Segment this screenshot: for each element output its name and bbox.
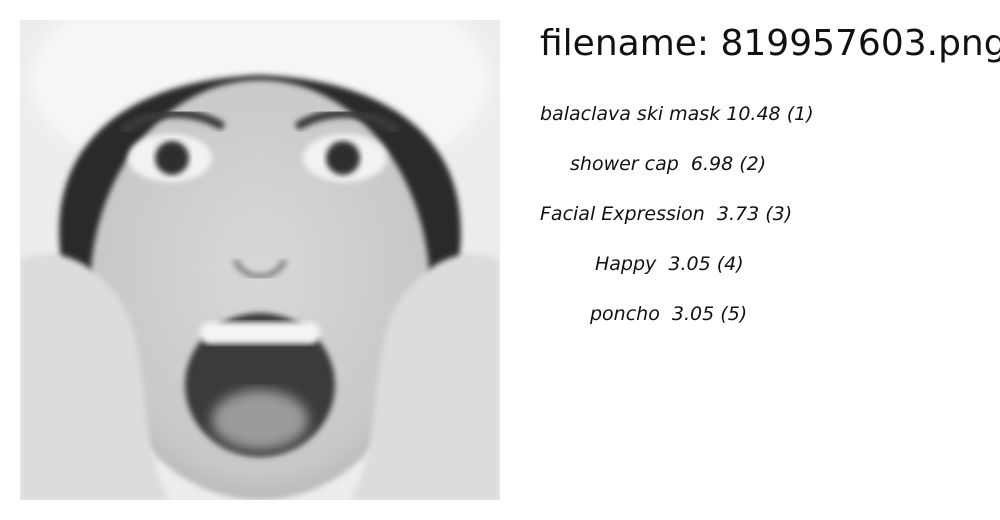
filename-value: 819957603.png [720, 23, 1000, 64]
info-panel: filename: 819957603.png balaclava ski ma… [540, 20, 1000, 352]
label-name: Happy [595, 253, 657, 275]
label-item: balaclava ski mask 10.48 (1) [540, 102, 980, 126]
label-item: Facial Expression 3.73 (3) [540, 202, 980, 226]
face-photo [20, 20, 500, 500]
label-rank: (5) [720, 303, 748, 325]
label-rank: (2) [739, 153, 767, 175]
label-rank: (1) [786, 103, 814, 125]
page: filename: 819957603.png balaclava ski ma… [0, 0, 1000, 520]
label-rank: (3) [765, 203, 793, 225]
face-photo-illustration [20, 20, 500, 500]
label-name: poncho [590, 303, 660, 325]
label-name: Facial Expression [540, 203, 705, 225]
label-item: poncho 3.05 (5) [540, 302, 980, 326]
label-score: 10.48 [726, 103, 781, 125]
label-score: 3.05 [665, 303, 715, 325]
label-name: balaclava ski mask [540, 103, 721, 125]
label-score: 3.05 [662, 253, 711, 275]
label-item: Happy 3.05 (4) [540, 252, 980, 276]
filename-prefix: filename: [540, 23, 721, 64]
label-item: shower cap 6.98 (2) [540, 152, 980, 176]
label-score: 3.73 [710, 203, 760, 225]
label-name: shower cap [570, 153, 679, 175]
filename-title: filename: 819957603.png [540, 20, 1000, 68]
label-rank: (4) [716, 253, 744, 275]
label-score: 6.98 [684, 153, 734, 175]
label-list: balaclava ski mask 10.48 (1) shower cap … [540, 102, 980, 326]
